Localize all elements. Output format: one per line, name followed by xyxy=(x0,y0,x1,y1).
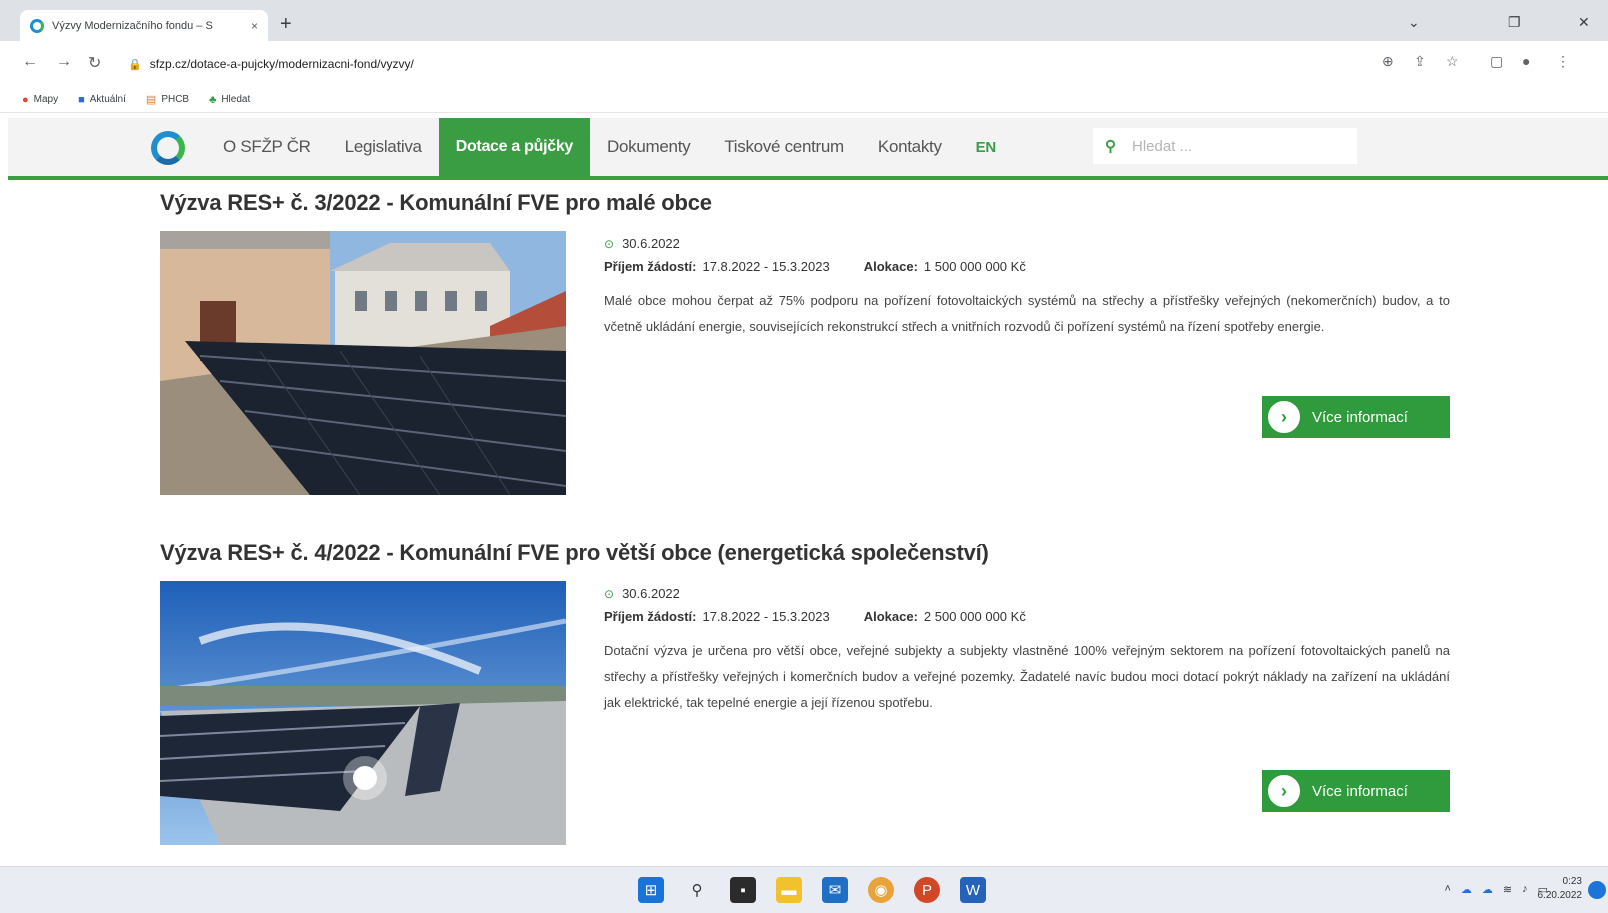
chevron-right-icon: › xyxy=(1266,399,1302,435)
chart-icon: ▤ xyxy=(145,94,157,106)
bookmark-hledat[interactable]: ♣ Hledat xyxy=(209,94,250,106)
site-favicon-icon xyxy=(30,18,44,33)
language-switch[interactable]: EN xyxy=(959,118,1013,176)
bookmark-phcb[interactable]: ▤ PHCB xyxy=(146,93,189,106)
profile-icon[interactable]: ● xyxy=(1522,53,1530,69)
sfzp-logo-icon[interactable] xyxy=(151,131,185,165)
site-search: ⚲ xyxy=(1093,128,1357,164)
lock-icon: 🔒 xyxy=(128,58,142,71)
powerpoint-icon[interactable]: P xyxy=(914,877,940,903)
search-icon[interactable]: ⚲ xyxy=(684,877,710,903)
new-tab-button[interactable]: + xyxy=(280,14,292,34)
tab-title: Výzvy Modernizačního fondu – S xyxy=(52,19,213,32)
forward-arrow-icon[interactable]: → xyxy=(56,53,72,71)
article-title[interactable]: Výzva RES+ č. 4/2022 - Komunální FVE pro… xyxy=(160,540,1450,566)
more-info-button[interactable]: › Více informací xyxy=(1262,770,1450,812)
article-image-flat-roof-panels[interactable] xyxy=(160,581,566,845)
map-pin-icon: ● xyxy=(22,93,29,106)
menu-item-dokumenty[interactable]: Dokumenty xyxy=(590,118,707,176)
alokace-value: 2 500 000 000 Kč xyxy=(923,609,1026,624)
menu-item-o-sfzp[interactable]: O SFŽP ČR xyxy=(206,118,328,176)
file-explorer-icon[interactable]: ▬ xyxy=(776,877,802,903)
browser-tab[interactable]: Výzvy Modernizačního fondu – S × xyxy=(20,10,268,41)
address-bar[interactable]: 🔒 sfzp.cz/dotace-a-pujcky/modernizacni-f… xyxy=(120,48,1410,80)
browser-tab-strip: Výzvy Modernizačního fondu – S × + ⌄ ❐ ✕ xyxy=(0,0,1608,41)
article-meta: ⊙ 30.6.2022 Příjem žádostí: 17.8.2022 - 1… xyxy=(604,236,1450,340)
article-info: Příjem žádostí: 17.8.2022 - 15.3.2023 Alo… xyxy=(604,259,1026,274)
prijem-value: 17.8.2022 - 15.3.2023 xyxy=(702,259,830,274)
bookmark-mapy[interactable]: ● Mapy xyxy=(22,94,58,106)
system-clock[interactable]: 0:23 6.20.2022 xyxy=(1538,875,1583,903)
article-card: Výzva RES+ č. 3/2022 - Komunální FVE pro… xyxy=(160,190,1450,495)
back-arrow-icon[interactable]: ← xyxy=(22,53,38,71)
reload-icon[interactable]: ↻ xyxy=(88,53,101,73)
article-info: Příjem žádostí: 17.8.2022 - 15.3.2023 Alo… xyxy=(604,609,1026,624)
article-description: Malé obce mohou čerpat až 75% podporu na… xyxy=(604,293,1450,334)
tab-close-icon[interactable]: × xyxy=(251,19,258,33)
search-icon[interactable]: ⚲ xyxy=(1105,137,1116,155)
windows-taskbar: ⊞ ⚲ ▪ ▬ ✉ ◉ P W ˄ ☁ ☁ ≋ ♪ ▭ 0:23 6.20.20… xyxy=(0,866,1608,913)
notification-icon[interactable] xyxy=(1588,881,1606,899)
onedrive-icon[interactable]: ☁ xyxy=(1461,883,1472,896)
search-input[interactable] xyxy=(1132,137,1332,155)
chevron-up-icon[interactable]: ˄ xyxy=(1444,883,1450,896)
bookmark-star-icon[interactable]: ☆ xyxy=(1446,53,1459,70)
outlook-icon[interactable]: ✉ xyxy=(822,877,848,903)
article-date: ⊙ 30.6.2022 xyxy=(604,236,680,251)
plant-icon: ♣ xyxy=(209,93,217,106)
bookmark-aktualni[interactable]: ■ Aktuální xyxy=(78,94,126,106)
menu-item-kontakty[interactable]: Kontakty xyxy=(861,118,959,176)
chevron-right-icon: › xyxy=(1266,773,1302,809)
taskbar-apps: ⊞ ⚲ ▪ ▬ ✉ ◉ P W xyxy=(638,877,986,903)
main-menu: O SFŽP ČR Legislativa Dotace a půjčky Do… xyxy=(206,118,1013,176)
tab-search-icon[interactable]: ⌄ xyxy=(1408,14,1420,31)
close-window-icon[interactable]: ✕ xyxy=(1578,14,1590,31)
url-text: sfzp.cz/dotace-a-pujcky/modernizacni-fon… xyxy=(149,57,414,71)
chrome-icon[interactable]: ◉ xyxy=(868,877,894,903)
zoom-icon[interactable]: ⊕ xyxy=(1382,53,1394,70)
calendar-icon: ⊙ xyxy=(604,586,615,601)
article-image-rooftop-panels[interactable] xyxy=(160,231,566,495)
share-icon[interactable]: ⇪ xyxy=(1414,53,1426,70)
menu-kebab-icon[interactable]: ⋮ xyxy=(1556,53,1570,70)
side-panel-icon[interactable]: ▢ xyxy=(1490,53,1503,70)
start-button-icon[interactable]: ⊞ xyxy=(638,877,664,903)
menu-item-tiskove-centrum[interactable]: Tiskové centrum xyxy=(707,118,861,176)
cloud-icon[interactable]: ☁ xyxy=(1482,883,1493,896)
article-card: Výzva RES+ č. 4/2022 - Komunální FVE pro… xyxy=(160,540,1450,845)
site-navigation: O SFŽP ČR Legislativa Dotace a půjčky Do… xyxy=(8,118,1608,180)
prijem-value: 17.8.2022 - 15.3.2023 xyxy=(702,609,830,624)
restore-window-icon[interactable]: ❐ xyxy=(1508,14,1521,31)
article-title[interactable]: Výzva RES+ č. 3/2022 - Komunální FVE pro… xyxy=(160,190,1450,216)
volume-icon[interactable]: ♪ xyxy=(1522,883,1528,896)
news-icon: ■ xyxy=(78,93,85,106)
wifi-icon[interactable]: ≋ xyxy=(1503,883,1512,896)
system-tray: ˄ ☁ ☁ ≋ ♪ ▭ xyxy=(1444,883,1548,896)
word-icon[interactable]: W xyxy=(960,877,986,903)
alokace-value: 1 500 000 000 Kč xyxy=(923,259,1026,274)
calendar-icon: ⊙ xyxy=(604,236,615,251)
bookmarks-bar: ● Mapy ■ Aktuální ▤ PHCB ♣ Hledat xyxy=(0,87,1608,113)
more-info-button[interactable]: › Více informací xyxy=(1262,396,1450,438)
browser-toolbar: ← → ↻ 🔒 sfzp.cz/dotace-a-pujcky/moderniz… xyxy=(0,41,1608,87)
menu-item-legislativa[interactable]: Legislativa xyxy=(328,118,439,176)
menu-item-dotace[interactable]: Dotace a půjčky xyxy=(438,118,591,176)
article-date: ⊙ 30.6.2022 xyxy=(604,586,680,601)
article-description: Dotační výzva je určena pro větší obce, … xyxy=(604,643,1450,710)
article-meta: ⊙ 30.6.2022 Příjem žádostí: 17.8.2022 - 1… xyxy=(604,586,1450,716)
task-view-icon[interactable]: ▪ xyxy=(730,877,756,903)
